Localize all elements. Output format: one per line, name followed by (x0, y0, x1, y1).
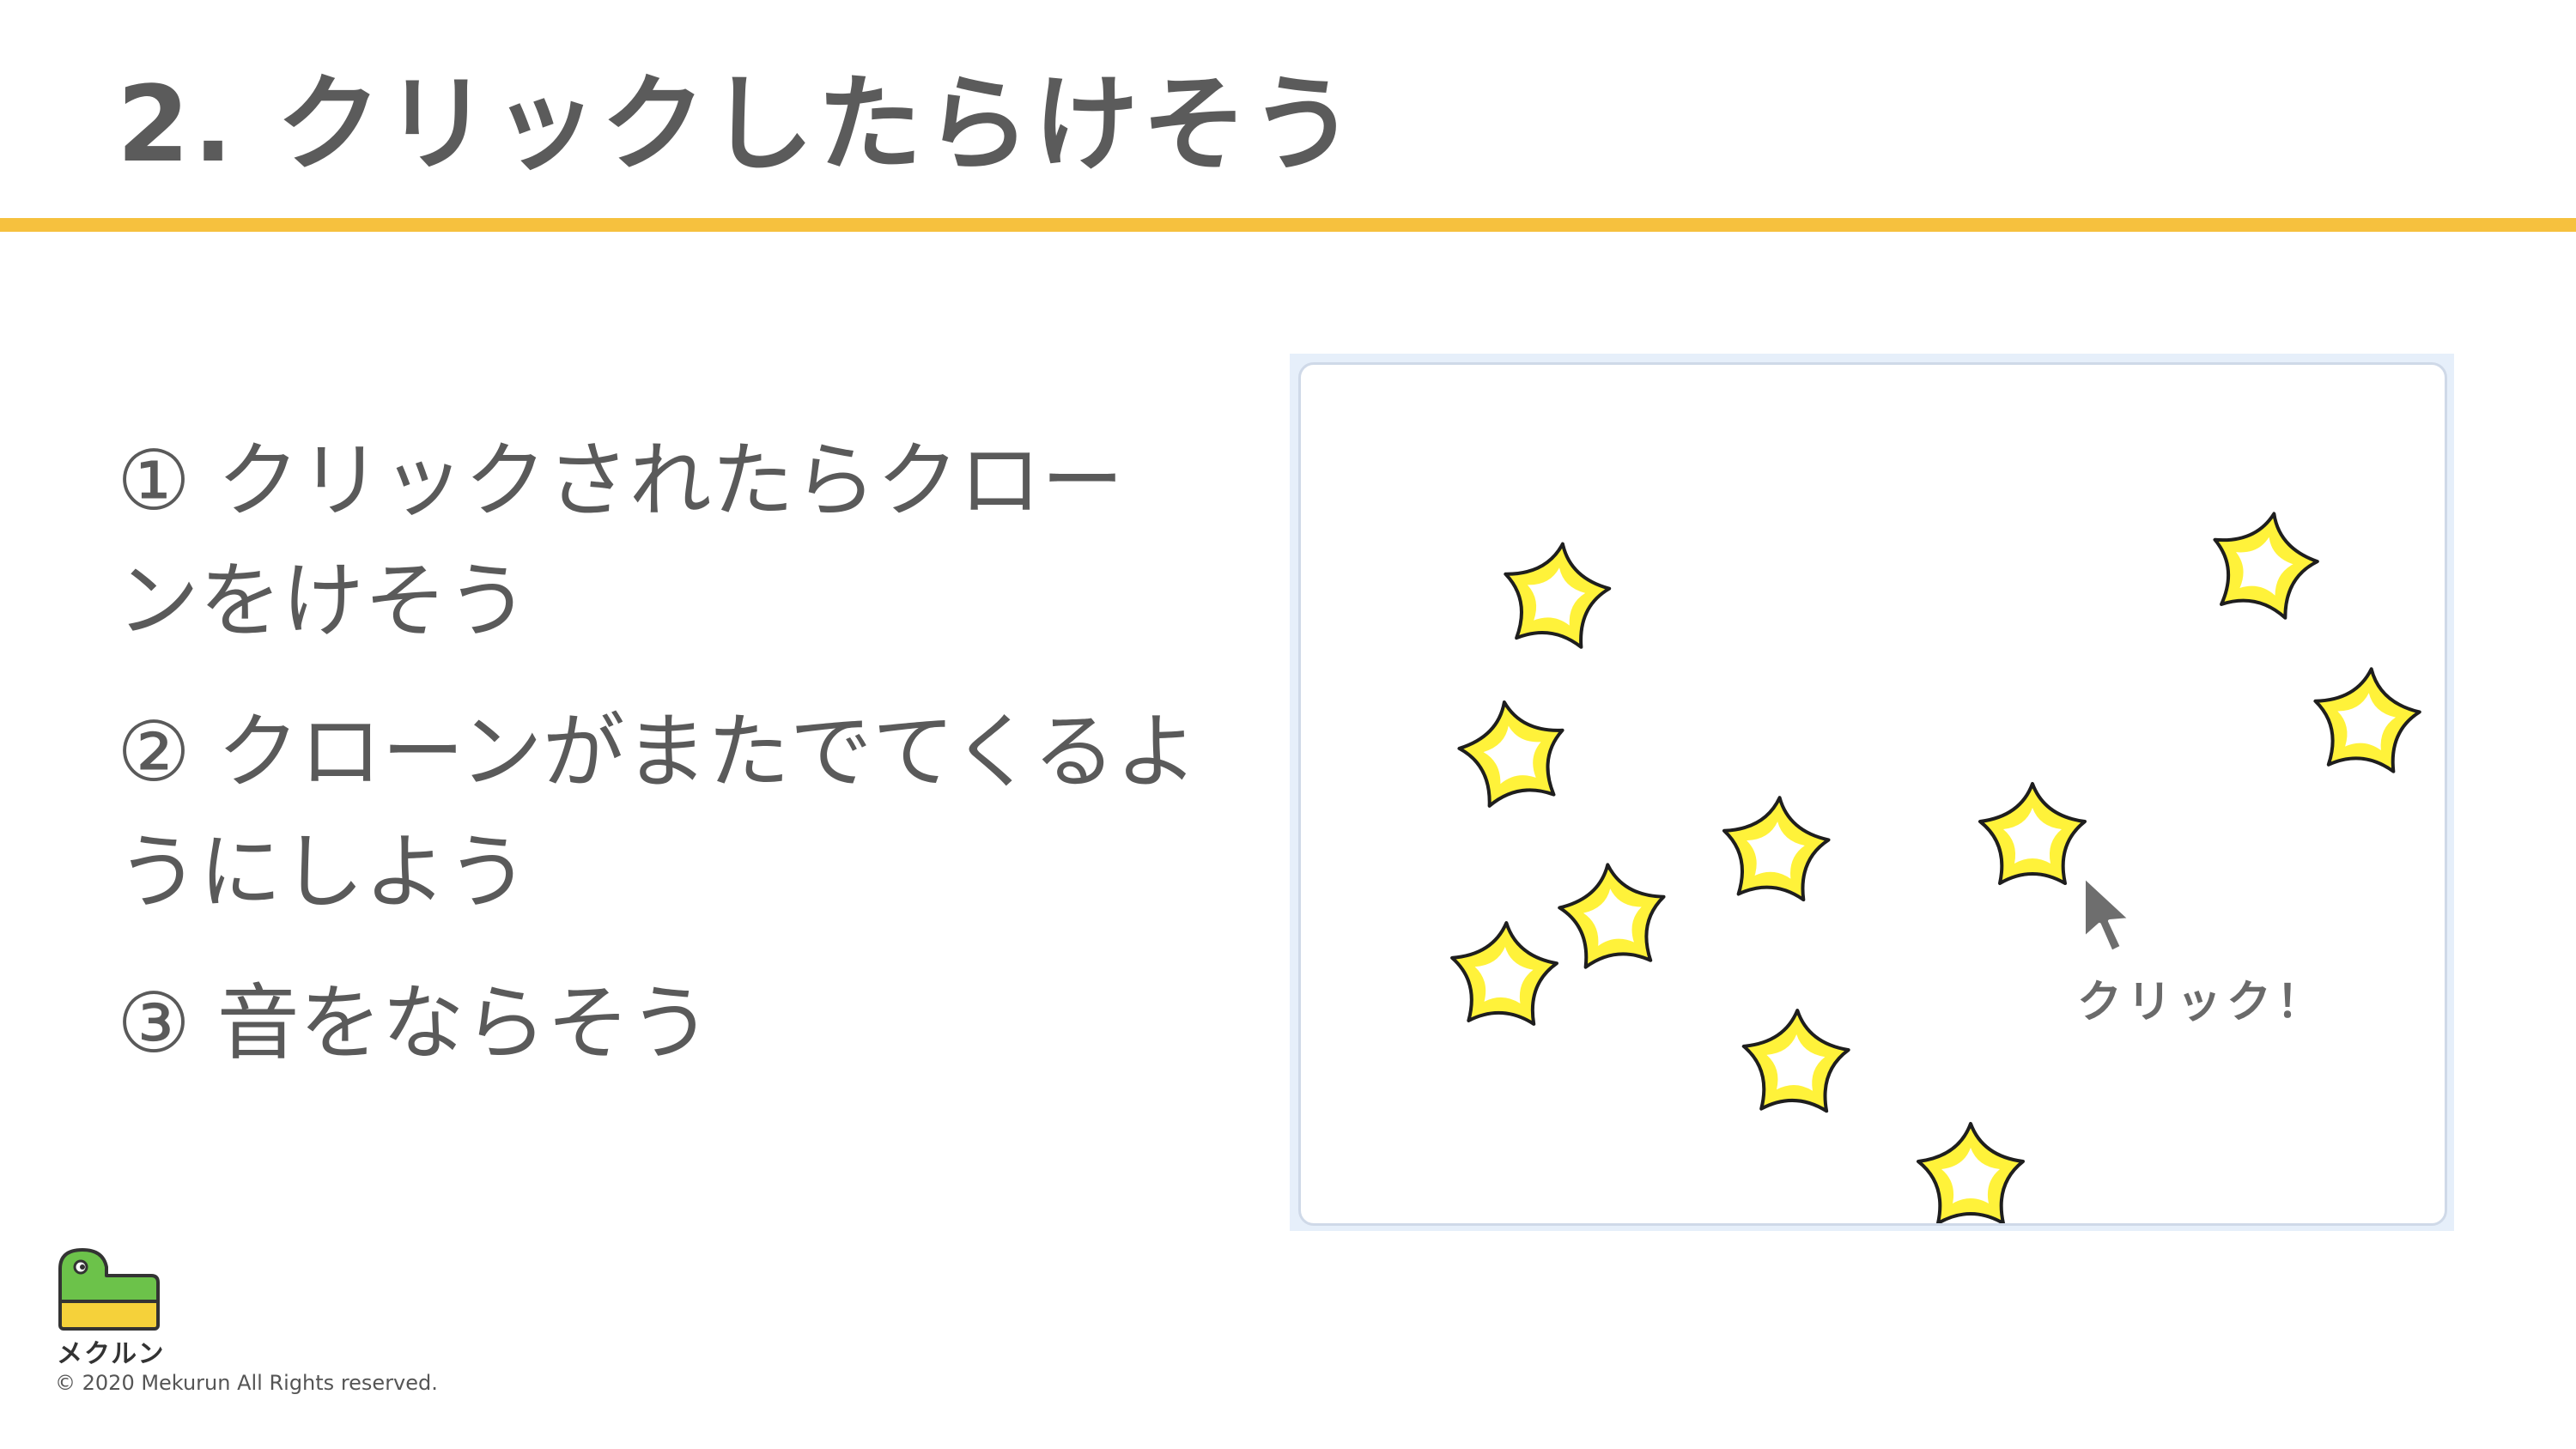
star-sprite-3[interactable] (2200, 500, 2327, 624)
click-label: クリック！ (2077, 977, 2326, 1028)
mekurun-dinosaur-logo (58, 1248, 160, 1331)
scratch-stage[interactable]: クリック！ (1298, 362, 2447, 1226)
star-sprite-10[interactable] (1917, 1122, 2025, 1223)
star-sprite-6[interactable] (1716, 791, 1834, 904)
star-sprite-9[interactable] (1741, 1009, 1850, 1112)
stage-canvas: クリック！ (1301, 500, 2426, 1223)
star-sprite-2[interactable] (1450, 691, 1576, 811)
star-sprite-7[interactable] (1553, 857, 1673, 972)
mouse-pointer-icon (2082, 875, 2132, 954)
star-sprite-4[interactable] (2306, 661, 2426, 776)
step-2-text: ② クローンがまたでてくるようにしよう (117, 704, 1198, 920)
step-list: ① クリックされたらクローンをけそう ② クローンがまたでてくるようにしよう ③… (117, 421, 1199, 1114)
slide-title: 2. クリックしたらけそう (117, 64, 1358, 185)
star-sprite-1[interactable] (1495, 535, 1617, 652)
step-1-text: ① クリックされたらクローンをけそう (117, 433, 1124, 649)
title-underline (0, 218, 2576, 232)
star-sprite-8[interactable] (1449, 920, 1558, 1025)
copyright-text: © 2020 Mekurun All Rights reserved. (55, 1371, 438, 1395)
step-3-text: ③ 音をならそう (117, 975, 712, 1071)
stage-screenshot-frame: クリック！ (1290, 354, 2454, 1231)
logo-wordmark: メクルン (57, 1339, 166, 1369)
star-sprite-5[interactable] (1978, 782, 2087, 885)
